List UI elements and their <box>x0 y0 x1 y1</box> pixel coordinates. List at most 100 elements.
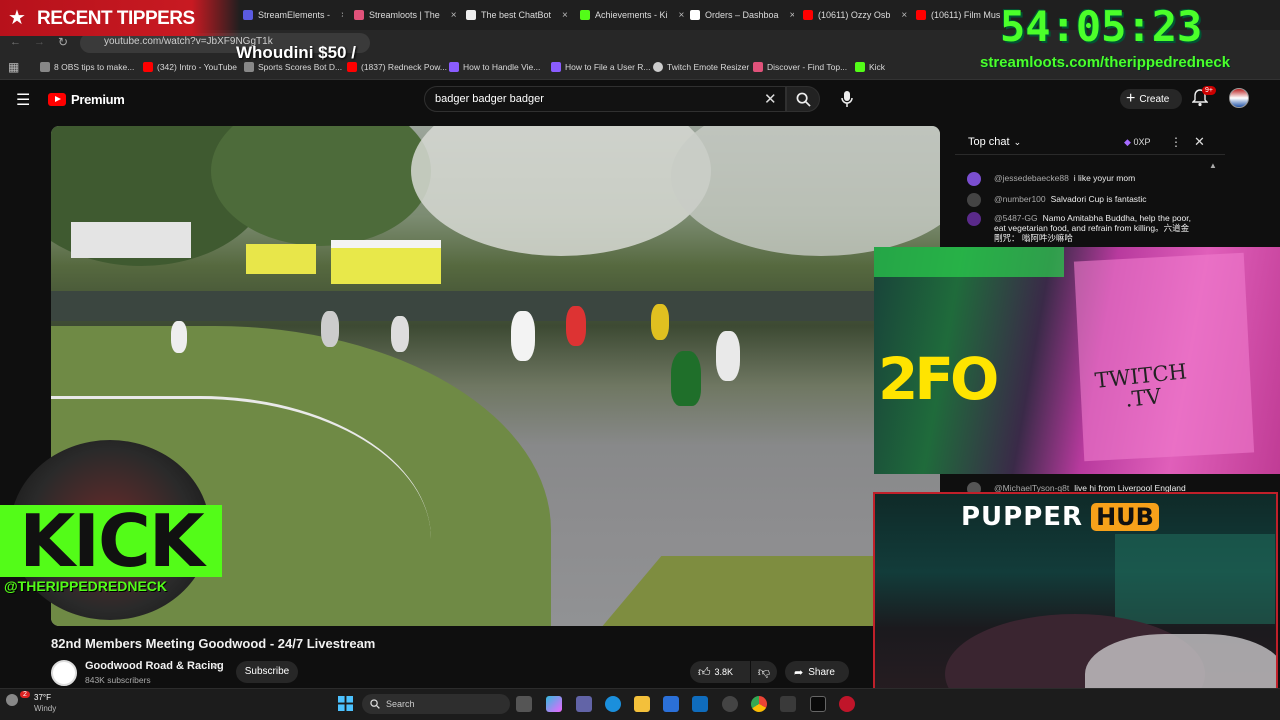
clear-search-icon[interactable]: ✕ <box>764 90 777 108</box>
rider-shape <box>171 321 187 353</box>
close-icon[interactable]: × <box>790 10 794 21</box>
chat-author[interactable]: @number100 <box>994 194 1046 204</box>
rider-shape <box>566 306 586 346</box>
search-input[interactable]: badger badger badger <box>424 86 786 112</box>
bookmark-item[interactable]: (342) Intro - YouTube <box>143 62 237 72</box>
dislike-button[interactable]: 👎︎ <box>751 661 777 683</box>
chat-text: i like yoyur mom <box>1073 173 1136 183</box>
like-button[interactable]: 👍︎ 3.8K <box>690 661 750 683</box>
windows-start-icon[interactable] <box>338 696 353 711</box>
tab-title: The best ChatBot <box>481 10 552 20</box>
divider <box>955 154 1225 155</box>
chat-author[interactable]: @jessedebaecke88 <box>994 173 1069 183</box>
search-icon <box>796 92 811 107</box>
tab-favicon <box>466 10 476 20</box>
ambulance-shape <box>331 240 441 284</box>
tab-title: Achievements - Ki <box>595 10 668 20</box>
tab-ozzy[interactable]: (10611) Ozzy Osb × <box>803 5 907 25</box>
more-vert-icon[interactable]: ⋮ <box>1170 135 1182 149</box>
close-chat-icon[interactable]: ✕ <box>1194 134 1205 150</box>
bookmark-item[interactable]: Discover - Find Top... <box>753 62 847 72</box>
tab-favicon <box>803 10 813 20</box>
chat-mode-dropdown[interactable]: Top chat ⌄ <box>968 136 1021 148</box>
close-icon[interactable]: × <box>451 10 457 21</box>
box-shape <box>1073 252 1255 462</box>
forward-icon[interactable]: → <box>34 36 45 48</box>
weather-temp: 37°F <box>34 693 51 702</box>
task-view-icon[interactable] <box>516 696 532 712</box>
bookmark-favicon <box>449 62 459 72</box>
copilot-icon[interactable] <box>546 696 562 712</box>
recent-tippers-banner: ★ RECENT TIPPERS <box>0 0 240 36</box>
close-icon[interactable]: × <box>901 10 907 21</box>
channel-name[interactable]: Goodwood Road & Racing <box>85 660 224 672</box>
plus-icon: + <box>1126 90 1136 107</box>
bookmark-label: How to Handle Vie... <box>463 62 541 72</box>
close-icon[interactable]: × <box>679 10 684 21</box>
tippers-title: RECENT TIPPERS <box>37 8 195 29</box>
avatar <box>967 172 981 186</box>
notifications-button[interactable]: 9+ <box>1191 86 1216 112</box>
tab-chatbot[interactable]: The best ChatBot × <box>466 5 570 25</box>
terminal-icon[interactable] <box>810 696 826 712</box>
rider-shape <box>391 316 409 352</box>
file-explorer-icon[interactable] <box>634 696 650 712</box>
search-button[interactable] <box>786 86 820 112</box>
youtube-logo[interactable]: Premium <box>48 92 125 107</box>
tab-streamelements[interactable]: StreamElements - × <box>243 5 343 25</box>
teams-icon[interactable] <box>576 696 592 712</box>
microphone-icon[interactable] <box>840 90 854 108</box>
points-value: 0XP <box>1133 137 1151 147</box>
bookmark-favicon <box>855 62 865 72</box>
chat-author[interactable]: @5487-GG <box>994 213 1038 223</box>
streamloots-url: streamloots.com/therippedredneck <box>980 54 1231 71</box>
chevron-down-icon: ⌄ <box>1013 136 1022 147</box>
apps-grid-icon[interactable]: ▦ <box>8 60 19 74</box>
close-icon[interactable]: × <box>341 10 343 21</box>
star-icon: ★ <box>8 7 26 29</box>
reload-icon[interactable]: ↻ <box>58 35 68 49</box>
pupper-hub-logo: PUPPER HUB <box>961 502 1159 532</box>
weather-icon[interactable] <box>6 694 18 706</box>
thumbs-down-icon: 👎︎ <box>757 665 771 679</box>
edge-icon[interactable] <box>605 696 621 712</box>
taskbar-search[interactable]: Search <box>362 694 510 714</box>
tab-streamloots[interactable]: Streamloots | The × <box>354 5 458 25</box>
tab-title: Orders – Dashboa <box>705 10 779 20</box>
channel-avatar[interactable] <box>51 660 77 686</box>
bookmark-label: Twitch Emote Resizer <box>667 62 750 72</box>
tab-film[interactable]: (10611) Film Musi <box>916 5 1000 25</box>
points-badge[interactable]: ◆ 0XP <box>1124 137 1150 148</box>
pupper-title: PUPPER <box>961 502 1084 532</box>
tab-orders[interactable]: Orders – Dashboa × <box>690 5 794 25</box>
led-strip <box>874 247 1064 277</box>
subscribe-button[interactable]: Subscribe <box>236 661 298 683</box>
bookmark-item[interactable]: Kick <box>855 62 885 72</box>
bookmark-label: How to File a User R... <box>565 62 651 72</box>
menu-icon[interactable]: ☰ <box>16 90 30 110</box>
close-icon[interactable]: × <box>562 10 568 21</box>
bookmark-item[interactable]: How to Handle Vie... <box>449 62 540 72</box>
bookmark-item[interactable]: Twitch Emote Resizer <box>653 62 749 72</box>
app-icon[interactable] <box>780 696 796 712</box>
outlook-icon[interactable] <box>692 696 708 712</box>
store-icon[interactable] <box>663 696 679 712</box>
bookmark-favicon <box>753 62 763 72</box>
bookmark-item[interactable]: How to File a User R... <box>551 62 651 72</box>
ambulance-shape <box>246 244 316 274</box>
brand-label: Premium <box>71 92 125 107</box>
scroll-up-icon[interactable]: ▲ <box>1209 161 1217 170</box>
back-icon[interactable]: ← <box>10 36 21 48</box>
avatar[interactable] <box>1229 88 1249 108</box>
bookmark-item[interactable]: 8 OBS tips to make... <box>40 62 134 72</box>
create-button[interactable]: + Create <box>1120 89 1182 109</box>
app-icon[interactable] <box>839 696 855 712</box>
bookmark-item[interactable]: Sports Scores Bot D... <box>244 62 342 72</box>
bookmark-item[interactable]: (1837) Redneck Pow... <box>347 62 447 72</box>
obs-icon[interactable] <box>722 696 738 712</box>
bookmark-label: (342) Intro - YouTube <box>157 62 238 72</box>
share-label: Share <box>808 666 835 678</box>
chrome-icon[interactable] <box>751 696 767 712</box>
tab-achievements[interactable]: Achievements - Ki × <box>580 5 684 25</box>
share-button[interactable]: ➦ Share <box>785 661 849 683</box>
